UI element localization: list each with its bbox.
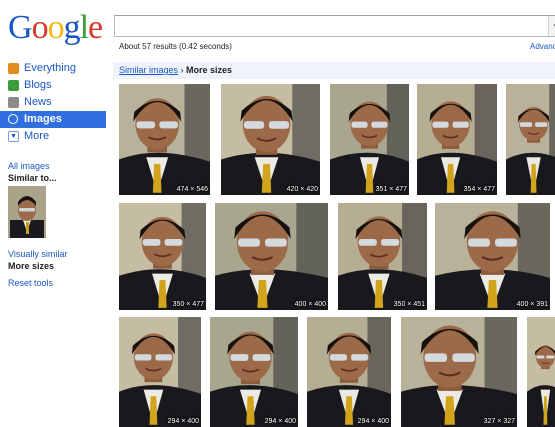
image-result[interactable]: 327 × 327	[401, 317, 517, 427]
reset-tools-link[interactable]: Reset tools	[8, 278, 53, 288]
similar-to-thumbnail[interactable]	[8, 186, 46, 238]
image-size-label: 294 × 400	[167, 418, 199, 425]
image-result[interactable]: 351 × 477	[330, 84, 409, 195]
image-result[interactable]: 350 × 451	[338, 203, 427, 310]
image-size-label: 350 × 451	[393, 301, 425, 308]
logo-letter: o	[47, 9, 65, 46]
image-size-label: 294 × 400	[264, 418, 296, 425]
image-result[interactable]: 294 × 400	[307, 317, 391, 427]
image-size-label: 400 × 391	[516, 301, 548, 308]
sidebar: Everything Blogs News Images ▼ More	[0, 60, 106, 145]
images-icon	[8, 114, 18, 124]
logo-letter: l	[79, 9, 90, 46]
sidebar-item-label: Everything	[24, 62, 76, 74]
sidebar-item-images[interactable]: Images	[0, 111, 106, 128]
image-result[interactable]	[506, 84, 555, 195]
everything-icon	[8, 63, 19, 74]
image-result[interactable]: 294 × 400	[210, 317, 298, 427]
logo-letter: G	[8, 9, 33, 46]
image-size-label: 400 × 400	[294, 301, 326, 308]
sidebar-item-blogs[interactable]: Blogs	[0, 77, 106, 94]
logo-letter: o	[31, 9, 49, 46]
image-size-label: 354 × 477	[463, 186, 495, 193]
image-result[interactable]: 350 × 477	[119, 203, 206, 310]
breadcrumb: Similar images › More sizes	[113, 62, 555, 79]
chevron-down-icon[interactable]: ▾	[548, 16, 555, 36]
image-result[interactable]: 474 × 546	[119, 84, 210, 195]
image-result[interactable]: 400 × 400	[215, 203, 328, 310]
similar-to-label: Similar to...	[8, 173, 57, 183]
sidebar-item-more[interactable]: ▼ More	[0, 128, 106, 145]
sidebar-item-label: More	[24, 130, 50, 142]
logo-letter: g	[63, 9, 81, 46]
image-size-label: 350 × 477	[172, 301, 204, 308]
results-stats: About 57 results (0.42 seconds)	[119, 42, 232, 51]
breadcrumb-current: More sizes	[186, 65, 233, 75]
sidebar-item-everything[interactable]: Everything	[0, 60, 106, 77]
image-size-label: 474 × 546	[176, 186, 208, 193]
breadcrumb-similar-images[interactable]: Similar images	[119, 65, 178, 75]
image-result[interactable]	[527, 317, 555, 427]
search-input[interactable]: ▾	[114, 15, 555, 37]
sidebar-item-label: Blogs	[24, 79, 52, 91]
google-logo[interactable]: Google	[8, 10, 104, 46]
sidebar-item-label: Images	[24, 113, 62, 125]
all-images-link[interactable]: All images	[8, 161, 50, 171]
more-sizes-label: More sizes	[8, 261, 55, 271]
sidebar-item-label: News	[24, 96, 52, 108]
image-result[interactable]: 420 × 420	[221, 84, 320, 195]
more-toggle-icon: ▼	[8, 131, 19, 142]
logo-letter: e	[88, 9, 103, 46]
image-size-label: 294 × 400	[357, 418, 389, 425]
image-result[interactable]: 294 × 400	[119, 317, 201, 427]
news-icon	[8, 97, 19, 108]
visually-similar-link[interactable]: Visually similar	[8, 249, 67, 259]
advanced-search-link[interactable]: Advanced	[530, 42, 555, 51]
blogs-icon	[8, 80, 19, 91]
breadcrumb-separator: ›	[180, 65, 184, 75]
image-size-label: 351 × 477	[375, 186, 407, 193]
sidebar-item-news[interactable]: News	[0, 94, 106, 111]
image-size-label: 327 × 327	[483, 418, 515, 425]
image-result[interactable]: 400 × 391	[435, 203, 550, 310]
image-result[interactable]: 354 × 477	[417, 84, 497, 195]
image-size-label: 420 × 420	[286, 186, 318, 193]
